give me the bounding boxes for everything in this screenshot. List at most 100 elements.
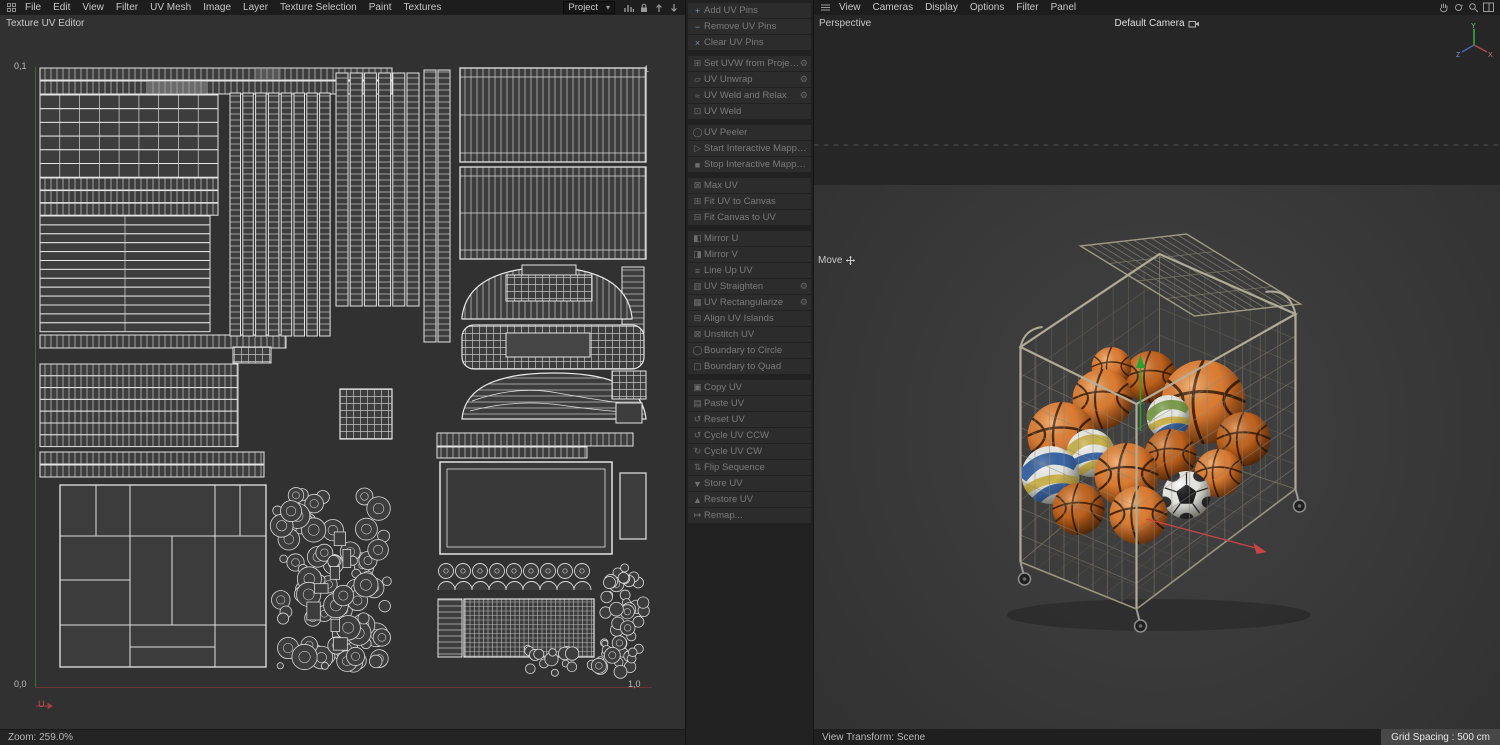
tool-item-label: Align UV Islands (704, 313, 774, 324)
menu-image[interactable]: Image (197, 0, 237, 15)
tool-item-mirror-v[interactable]: ◨ Mirror V (688, 247, 811, 262)
tool-item-add-uv-pins[interactable]: + Add UV Pins (688, 3, 811, 18)
menu-panel[interactable]: Panel (1045, 0, 1083, 15)
remap-icon: ↦ (693, 510, 702, 520)
cycle-cw-icon: ↻ (693, 446, 702, 456)
menu-file[interactable]: File (19, 0, 47, 15)
tool-item-reset-uv[interactable]: ↺ Reset UV (688, 412, 811, 427)
menu-view[interactable]: View (76, 0, 110, 15)
viewport-canvas[interactable]: Perspective Default Camera Move Y X Z (814, 15, 1500, 729)
axis-gizmo[interactable]: Y X Z (1454, 21, 1494, 61)
menu-cameras[interactable]: Cameras (867, 0, 920, 15)
tool-hint-label: Move (818, 255, 843, 266)
tool-item-clear-uv-pins[interactable]: × Clear UV Pins (688, 35, 811, 50)
tool-item-start-interactive-mapping[interactable]: ▷ Start Interactive Mapping (688, 141, 811, 156)
chevron-down-icon: ▾ (605, 3, 610, 12)
tool-item-remap[interactable]: ↦ Remap... (688, 508, 811, 523)
menubar-right: View Cameras Display Options Filter Panel (814, 0, 1500, 15)
tool-item-line-up-uv[interactable]: ≡ Line Up UV (688, 263, 811, 278)
gear-icon[interactable]: ⚙ (800, 297, 808, 308)
uv-statusbar: Zoom: 259.0% (0, 729, 685, 745)
tool-item-uv-straighten[interactable]: ▥ UV Straighten ⚙ (688, 279, 811, 294)
gear-icon[interactable]: ⚙ (800, 58, 808, 69)
tool-item-store-uv[interactable]: ▼ Store UV (688, 476, 811, 491)
tool-item-stop-interactive-mapping[interactable]: ■ Stop Interactive Mapping (688, 157, 811, 172)
uv-canvas[interactable]: Texture UV Editor 0,1 1 0,0 1,0 U (0, 15, 685, 729)
layout-panels-icon[interactable] (1481, 0, 1496, 15)
tool-item-label: Line Up UV (704, 265, 753, 276)
tool-item-uv-peeler[interactable]: ◯ UV Peeler (688, 125, 811, 140)
tool-item-boundary-to-circle[interactable]: ◯ Boundary to Circle (688, 343, 811, 358)
uv-command-panel: + Add UV Pins − Remove UV Pins × Clear UV Pin… (686, 0, 814, 745)
menu-textures[interactable]: Textures (398, 0, 448, 15)
camera-icon (1188, 19, 1200, 28)
tool-item-max-uv[interactable]: ⊠ Max UV (688, 178, 811, 193)
uv-coord-top-left: 0,1 (14, 61, 27, 71)
right-menu-items: View Cameras Display Options Filter Panel (833, 0, 1082, 15)
tool-item-set-uvw-from-projection[interactable]: ⊞ Set UVW from Projection ⚙ (688, 56, 811, 71)
project-dropdown[interactable]: Project ▾ (563, 1, 615, 14)
tool-item-unstitch-uv[interactable]: ⊠ Unstitch UV (688, 327, 811, 342)
tool-item-mirror-u[interactable]: ◧ Mirror U (688, 231, 811, 246)
move-cursor-icon (846, 256, 856, 265)
pan-hand-icon[interactable] (1436, 0, 1451, 15)
uv-islands-canvas[interactable] (0, 15, 685, 729)
view-transform-status: View Transform: Scene (822, 731, 926, 743)
weld-icon: ⊡ (693, 106, 702, 116)
tool-item-cycle-uv-ccw[interactable]: ↺ Cycle UV CCW (688, 428, 811, 443)
projection-icon: ⊞ (693, 58, 702, 68)
menu-filter[interactable]: Filter (1010, 0, 1044, 15)
gear-icon[interactable]: ⚙ (800, 74, 808, 85)
copy-icon: ▣ (693, 382, 702, 392)
start-mapping-icon: ▷ (694, 143, 701, 153)
cycle-ccw-icon: ↺ (693, 430, 702, 440)
flip-sequence-icon: ⇅ (693, 462, 702, 472)
tool-item-label: UV Rectangularize (704, 297, 784, 308)
tool-item-uv-weld-and-relax[interactable]: ≈ UV Weld and Relax ⚙ (688, 88, 811, 103)
tool-item-label: Reset UV (704, 414, 745, 425)
tool-item-label: Mirror U (704, 233, 739, 244)
tool-item-label: Store UV (704, 478, 743, 489)
view-mode-label[interactable]: Perspective (819, 18, 871, 29)
hamburger-icon[interactable] (818, 0, 833, 15)
tool-item-fit-uv-to-canvas[interactable]: ⊞ Fit UV to Canvas (688, 194, 811, 209)
orbit-icon[interactable] (1451, 0, 1466, 15)
menu-texture-selection[interactable]: Texture Selection (274, 0, 363, 15)
tool-item-uv-weld[interactable]: ⊡ UV Weld (688, 104, 811, 119)
gear-icon[interactable]: ⚙ (800, 90, 808, 101)
tool-item-label: Cycle UV CCW (704, 430, 769, 441)
tool-item-paste-uv[interactable]: ▤ Paste UV (688, 396, 811, 411)
tool-item-remove-uv-pins[interactable]: − Remove UV Pins (688, 19, 811, 34)
tool-item-align-uv-islands[interactable]: ⊟ Align UV Islands (688, 311, 811, 326)
tool-item-uv-unwrap[interactable]: ▱ UV Unwrap ⚙ (688, 72, 811, 87)
straighten-icon: ▥ (693, 281, 702, 291)
fit-canvas-uv-icon: ⊟ (693, 212, 702, 222)
tool-item-label: Max UV (704, 180, 738, 191)
tool-item-flip-sequence[interactable]: ⇅ Flip Sequence (688, 460, 811, 475)
tool-item-label: Fit Canvas to UV (704, 212, 776, 223)
tool-item-copy-uv[interactable]: ▣ Copy UV (688, 380, 811, 395)
menu-edit[interactable]: Edit (47, 0, 76, 15)
tool-item-restore-uv[interactable]: ▲ Restore UV (688, 492, 811, 507)
menu-display[interactable]: Display (919, 0, 964, 15)
menu-layer[interactable]: Layer (237, 0, 274, 15)
menu-view[interactable]: View (833, 0, 867, 15)
lock-icon[interactable] (636, 0, 651, 15)
menu-options[interactable]: Options (964, 0, 1010, 15)
tool-item-uv-rectangularize[interactable]: ▦ UV Rectangularize ⚙ (688, 295, 811, 310)
menu-filter[interactable]: Filter (110, 0, 144, 15)
tool-item-boundary-to-quad[interactable]: ▢ Boundary to Quad (688, 359, 811, 374)
zoom-view-icon[interactable] (1466, 0, 1481, 15)
tool-item-cycle-uv-cw[interactable]: ↻ Cycle UV CW (688, 444, 811, 459)
restore-icon: ▲ (693, 494, 702, 505)
download-icon[interactable] (666, 0, 681, 15)
menu-uv-mesh[interactable]: UV Mesh (144, 0, 197, 15)
scene-3d[interactable] (814, 15, 1500, 729)
menu-paint[interactable]: Paint (363, 0, 398, 15)
gear-icon[interactable]: ⚙ (800, 281, 808, 292)
upload-icon[interactable] (651, 0, 666, 15)
tool-item-fit-canvas-to-uv[interactable]: ⊟ Fit Canvas to UV (688, 210, 811, 225)
histogram-icon[interactable] (621, 0, 636, 15)
camera-selector[interactable]: Default Camera (1114, 18, 1200, 29)
pin-remove-icon: − (694, 21, 701, 32)
